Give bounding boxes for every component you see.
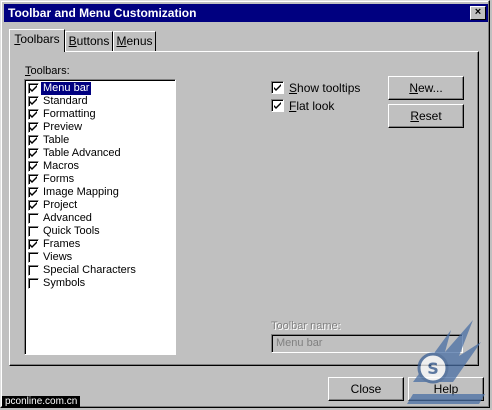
list-item-label: Symbols [43, 277, 86, 289]
tab-menus[interactable]: Menus [113, 31, 156, 51]
list-item-label: Formatting [43, 108, 96, 120]
list-item[interactable]: Menu bar [28, 81, 173, 96]
list-item-checkbox[interactable] [28, 109, 39, 120]
list-item[interactable]: Forms [28, 173, 173, 186]
close-icon[interactable]: × [470, 6, 486, 20]
list-item[interactable]: Frames [28, 238, 173, 251]
toolbar-name-label: Toolbar name: [271, 320, 341, 332]
window-title: Toolbar and Menu Customization [8, 6, 197, 20]
list-item[interactable]: Preview [28, 121, 173, 134]
list-item-label: Forms [43, 173, 75, 185]
list-item-checkbox[interactable] [28, 174, 39, 185]
list-item[interactable]: Standard [28, 95, 173, 108]
list-item-label: Macros [43, 160, 80, 172]
list-item-label: Menu bar [39, 81, 93, 96]
list-item-checkbox[interactable] [28, 278, 39, 289]
source-watermark: pconline.com.cn [2, 396, 81, 408]
list-item[interactable]: Special Characters [28, 264, 173, 277]
list-item-checkbox[interactable] [28, 187, 39, 198]
list-item[interactable]: Project [28, 199, 173, 212]
reset-button[interactable]: Reset [388, 104, 464, 128]
list-item-checkbox[interactable] [28, 252, 39, 263]
list-item[interactable]: Image Mapping [28, 186, 173, 199]
list-item-checkbox[interactable] [28, 213, 39, 224]
list-item-checkbox[interactable] [28, 161, 39, 172]
list-item-label: Table [43, 134, 70, 146]
list-item-checkbox[interactable] [28, 83, 39, 94]
list-item-label: Views [43, 251, 73, 263]
toolbars-listbox[interactable]: Menu bar Standard Formatting Preview Table Ta… [24, 79, 176, 355]
flat-look-label[interactable]: Flat look [289, 99, 334, 113]
list-item-label: Preview [43, 121, 83, 133]
new-button[interactable]: New... [388, 76, 464, 100]
list-item-checkbox[interactable] [28, 122, 39, 133]
tab-buttons[interactable]: Buttons [65, 31, 113, 51]
list-item[interactable]: Advanced [28, 212, 173, 225]
list-item[interactable]: Symbols [28, 277, 173, 290]
list-item[interactable]: Quick Tools [28, 225, 173, 238]
flat-look-checkbox[interactable] [271, 99, 284, 112]
list-item-checkbox[interactable] [28, 239, 39, 250]
list-item[interactable]: Formatting [28, 108, 173, 121]
svg-text:S: S [427, 359, 439, 378]
list-item-checkbox[interactable] [28, 226, 39, 237]
toolbars-label: Toolbars: [25, 65, 70, 77]
list-item-label: Image Mapping [43, 186, 119, 198]
list-item-label: Table Advanced [43, 147, 121, 159]
list-item-label: Standard [43, 95, 88, 107]
list-item-checkbox[interactable] [28, 148, 39, 159]
list-item-checkbox[interactable] [28, 265, 39, 276]
list-item-checkbox[interactable] [28, 96, 39, 107]
list-item-checkbox[interactable] [28, 200, 39, 211]
list-item-label: Quick Tools [43, 225, 100, 237]
watermark-logo: S [407, 320, 485, 404]
list-item-label: Advanced [43, 212, 92, 224]
list-item-label: Project [43, 199, 78, 211]
title-bar: Toolbar and Menu Customization × [4, 4, 488, 22]
tab-toolbars[interactable]: Toolbars [9, 29, 65, 52]
list-item-label: Special Characters [43, 264, 136, 276]
list-item[interactable]: Views [28, 251, 173, 264]
list-item[interactable]: Table Advanced [28, 147, 173, 160]
list-item[interactable]: Macros [28, 160, 173, 173]
list-item-checkbox[interactable] [28, 135, 39, 146]
show-tooltips-checkbox[interactable] [271, 81, 284, 94]
list-item-label: Frames [43, 238, 81, 250]
list-item[interactable]: Table [28, 134, 173, 147]
show-tooltips-label[interactable]: Show tooltips [289, 81, 360, 95]
